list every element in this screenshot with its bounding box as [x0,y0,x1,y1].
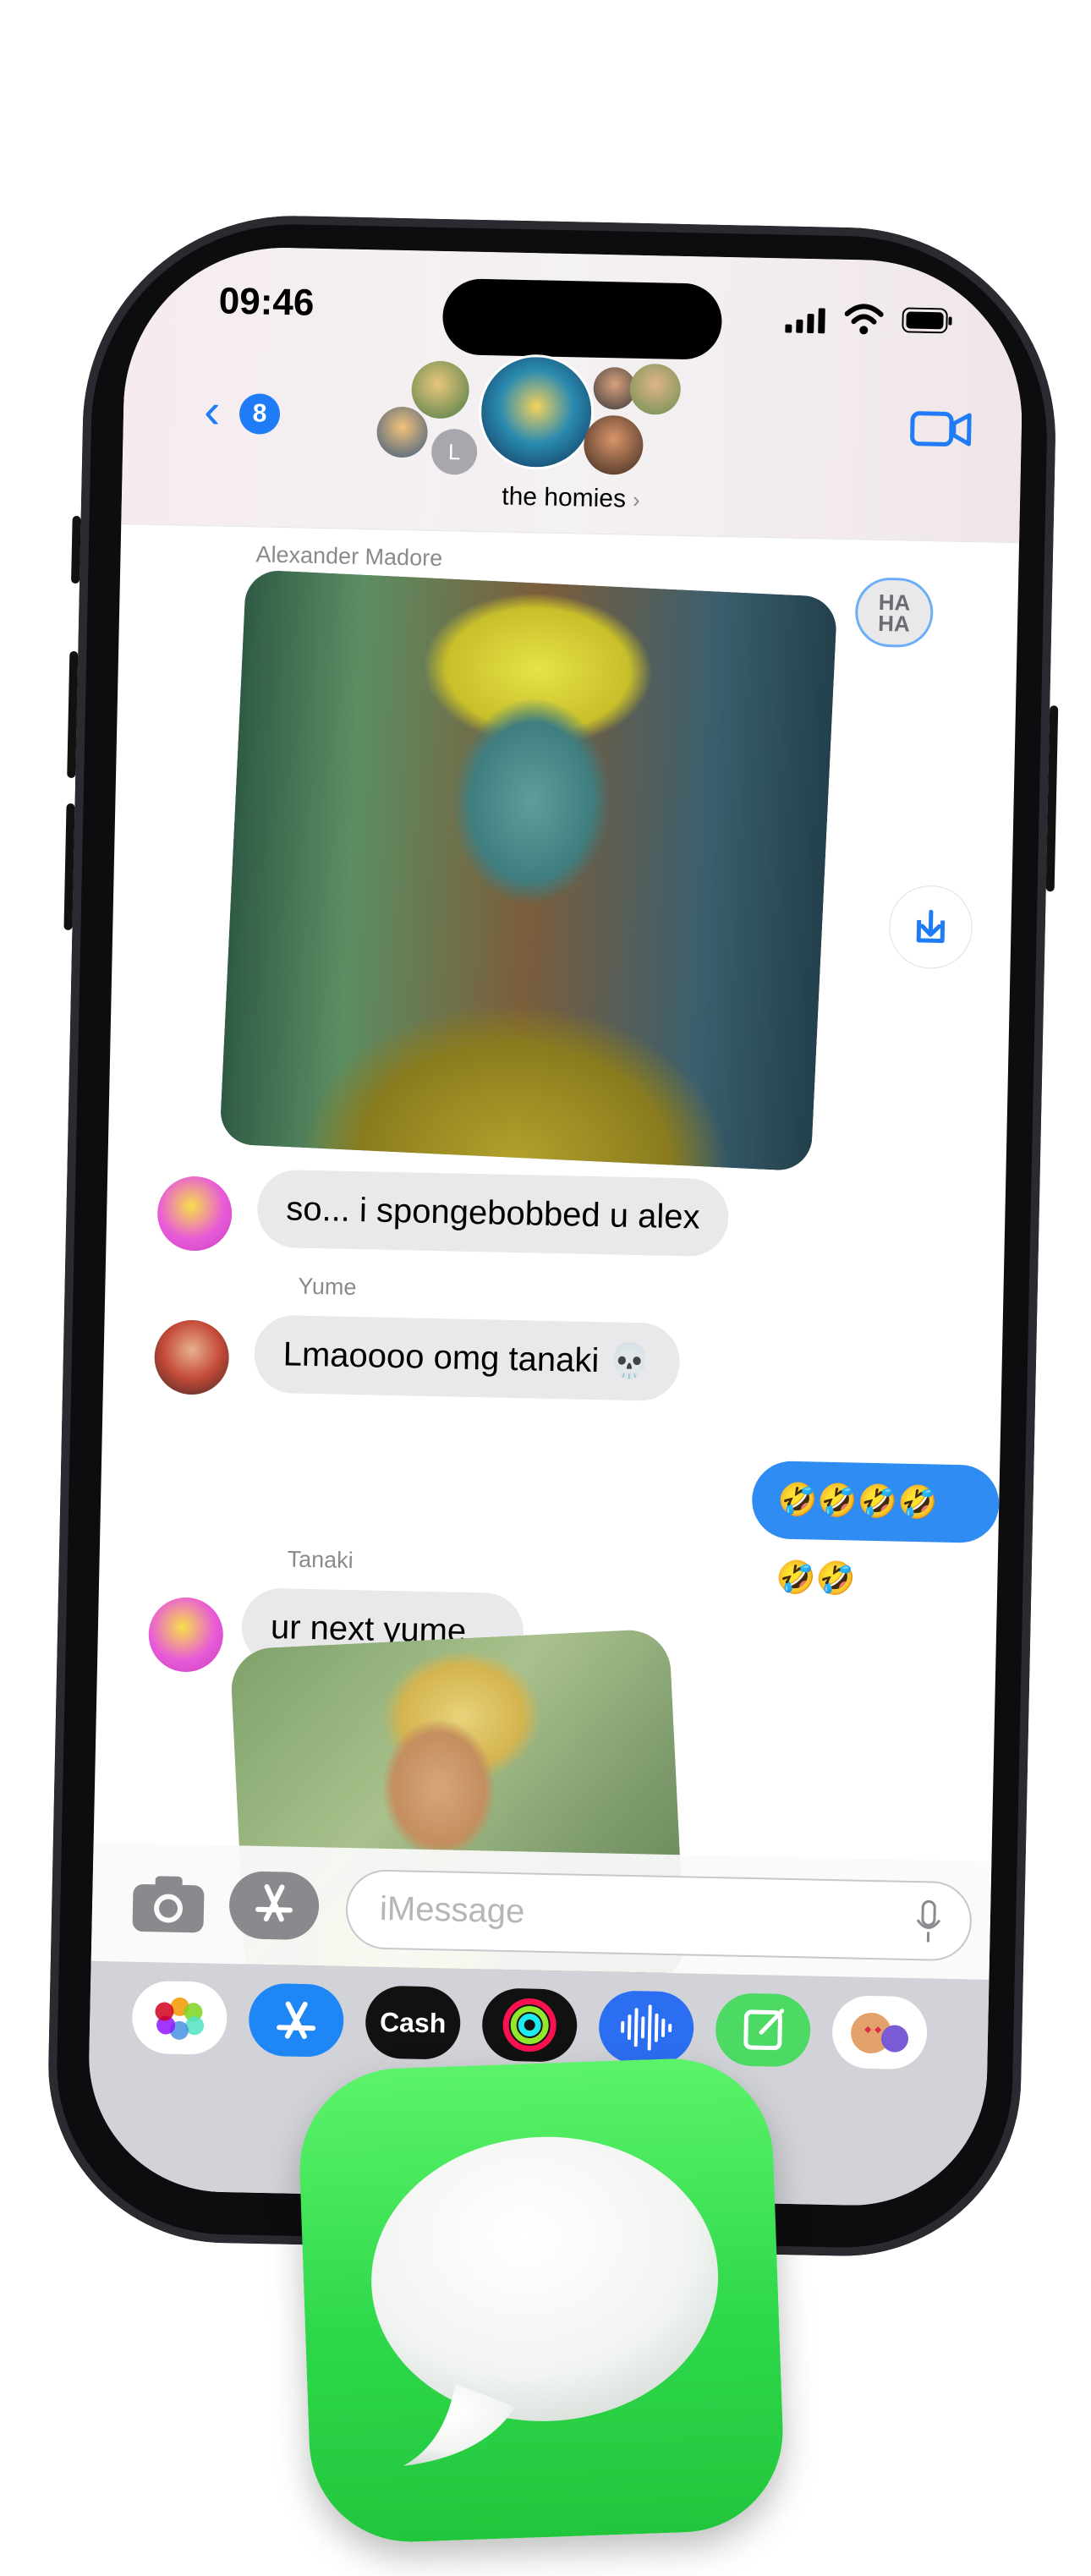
group-name-label: the homies [501,482,627,513]
action-button [71,515,81,584]
power-button [1045,705,1059,892]
sender-name: Yume [298,1273,357,1301]
video-call-icon[interactable] [909,409,973,450]
microphone-icon[interactable] [915,1899,941,1944]
app-store-icon [255,1884,293,1922]
app-drawer-button[interactable] [228,1871,320,1941]
reaction-text-bottom: HA [877,610,911,637]
sender-name: Alexander Madore [255,541,443,572]
messages-app-icon [296,2055,787,2546]
message-input[interactable]: iMessage [345,1868,973,1962]
activity-icon[interactable] [481,1987,578,2063]
photo-message[interactable] [219,569,838,1172]
chevron-right-icon: › [632,486,641,512]
activity-rings-icon [502,1998,556,2053]
volume-down-button [63,803,75,931]
voice-memo-icon[interactable] [598,1990,695,2065]
memoji-face-icon [851,2013,908,2054]
photos-flower-icon [155,1997,205,2040]
haha-reaction-badge[interactable]: HA HA [854,577,935,649]
waveform-icon [621,2004,672,2051]
app-store-glyph-icon [277,2001,316,2039]
memoji-icon[interactable] [831,1995,929,2070]
tanaki-avatar[interactable] [147,1597,224,1673]
member-avatar-initial: L [430,428,478,475]
conversation-header: 09:46 ‹ 8 L the homies › [121,244,1025,544]
save-image-button[interactable] [888,885,973,970]
composer-bar: iMessage [90,1842,992,1980]
group-photo [477,353,595,471]
member-avatar [410,360,470,419]
member-avatar [376,406,429,458]
outgoing-message-bubble[interactable]: 🤣🤣🤣🤣🤣🤣 [751,1460,1001,1598]
member-avatar [629,363,682,415]
download-icon [916,909,946,944]
camera-icon[interactable] [125,1869,211,1938]
message-bubble[interactable]: so... i spongebobbed u alex [256,1169,730,1258]
sender-name: Tanaki [287,1546,354,1574]
tanaki-avatar[interactable] [156,1176,233,1252]
yume-avatar[interactable] [153,1319,230,1395]
member-avatar [583,414,644,475]
message-bubble[interactable]: Lmaoooo omg tanaki 💀 [253,1314,681,1402]
speech-bubble-icon [371,2136,719,2466]
phone-screen: 09:46 ‹ 8 L the homies › Alexander Mador… [86,244,1025,2208]
photos-icon[interactable] [131,1980,228,2056]
apple-cash-label: Cash [379,2006,447,2039]
apple-cash-icon[interactable]: Cash [365,1985,462,2060]
app-store-icon[interactable] [248,1982,345,2058]
volume-up-button [67,650,79,779]
message-input-placeholder: iMessage [379,1889,525,1931]
